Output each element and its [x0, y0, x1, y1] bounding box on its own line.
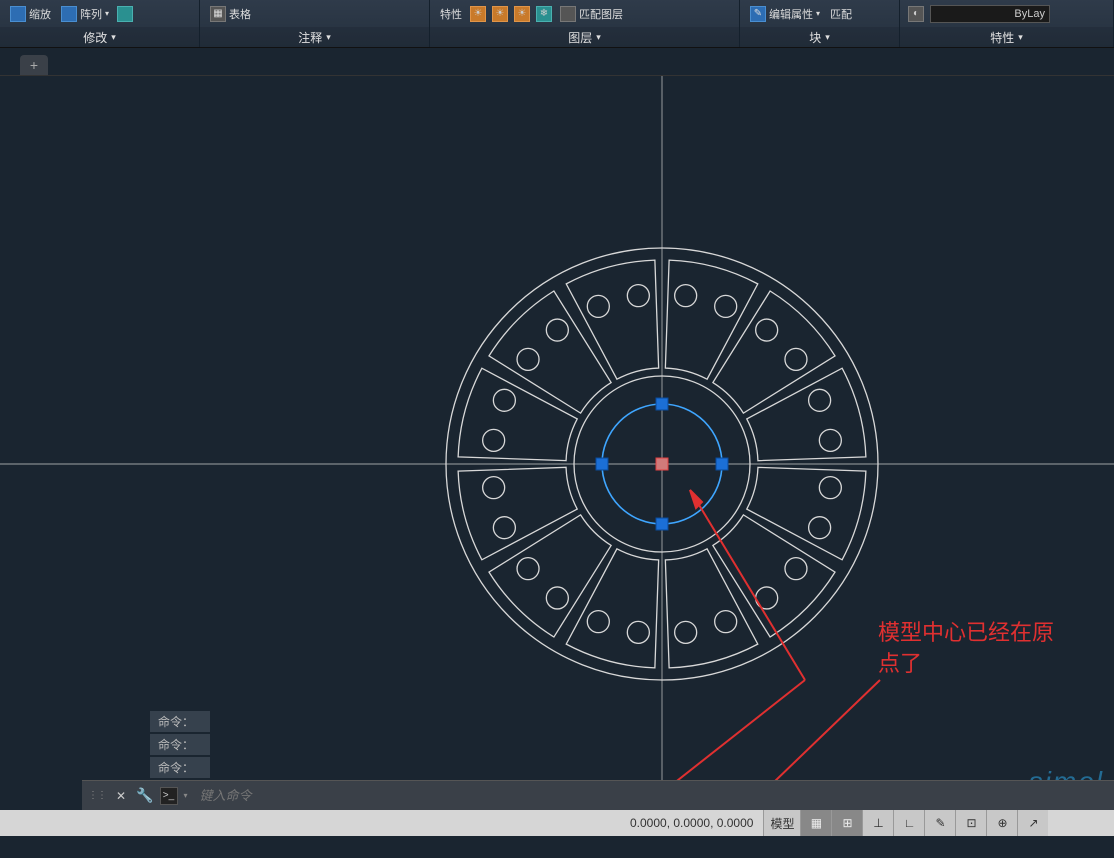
- grid-toggle[interactable]: ▦: [800, 810, 831, 836]
- status-toggle-8[interactable]: ↗: [1017, 810, 1048, 836]
- drawing-canvas[interactable]: 命令： 命令： 命令： 模型中心已经在原 点了 simol: [0, 76, 1114, 780]
- status-toggle-4[interactable]: ∟: [893, 810, 924, 836]
- command-history: 命令： 命令： 命令：: [150, 711, 210, 778]
- status-toggle-7[interactable]: ⊕: [986, 810, 1017, 836]
- table-button[interactable]: ▦表格: [208, 5, 253, 23]
- cmdbar-grip[interactable]: ⋮⋮: [88, 790, 106, 801]
- coordinates-readout[interactable]: 0.0000, 0.0000, 0.0000: [620, 816, 763, 830]
- command-bar: ⋮⋮ ✕ 🔧 >_▾: [82, 780, 1114, 810]
- cmdbar-settings-icon[interactable]: 🔧: [136, 787, 153, 804]
- ribbon-title-layer[interactable]: 图层▾: [430, 27, 739, 47]
- status-toggle-6[interactable]: ⊡: [955, 810, 986, 836]
- cmd-history-line: 命令：: [150, 711, 210, 732]
- cmd-prompt-icon: >_: [160, 787, 178, 805]
- edit-attr-button[interactable]: ✎编辑属性▾: [748, 5, 822, 23]
- prop-icon[interactable]: ◐: [908, 6, 924, 22]
- block-match-button[interactable]: 匹配: [828, 5, 854, 23]
- scale-icon: [10, 6, 26, 22]
- match-layer-icon: [560, 6, 576, 22]
- ribbon-group-annotate: ▦表格 注释▾: [200, 0, 430, 47]
- ribbon-title-modify[interactable]: 修改▾: [0, 27, 199, 47]
- layer-icon-2[interactable]: ☀: [492, 6, 508, 22]
- cmdbar-close[interactable]: ✕: [112, 789, 130, 803]
- annotation-text: 模型中心已经在原 点了: [878, 618, 1054, 680]
- edit-attr-icon: ✎: [750, 6, 766, 22]
- command-input[interactable]: [194, 788, 1108, 803]
- document-tabstrip: +: [0, 48, 1114, 76]
- scale-button[interactable]: 缩放: [8, 5, 53, 23]
- ribbon-title-properties[interactable]: 特性▾: [900, 27, 1113, 47]
- ribbon-group-properties: ◐ ByLay 特性▾: [900, 0, 1114, 47]
- add-tab-button[interactable]: +: [20, 55, 48, 75]
- model-space-button[interactable]: 模型: [763, 810, 800, 836]
- status-toggle-3[interactable]: ⊥: [862, 810, 893, 836]
- grid-icon: ▦: [807, 814, 825, 832]
- status-toggle-5[interactable]: ✎: [924, 810, 955, 836]
- ribbon-group-modify: 缩放 阵列▾ 修改▾: [0, 0, 200, 47]
- table-icon: ▦: [210, 6, 226, 22]
- array-icon: [61, 6, 77, 22]
- tool-icon-1[interactable]: [117, 6, 133, 22]
- status-bar: 0.0000, 0.0000, 0.0000 模型 ▦ ⊞ ⊥ ∟ ✎ ⊡ ⊕ …: [0, 810, 1114, 836]
- layer-icon-3[interactable]: ☀: [514, 6, 530, 22]
- ribbon-group-block: ✎编辑属性▾ 匹配 块▾: [740, 0, 900, 47]
- layer-props-button[interactable]: 特性: [438, 5, 464, 23]
- match-layer-button[interactable]: 匹配图层: [558, 5, 625, 23]
- layer-icon-1[interactable]: ☀: [470, 6, 486, 22]
- ribbon-title-annotate[interactable]: 注释▾: [200, 27, 429, 47]
- ribbon-group-layer: 特性 ☀ ☀ ☀ ❄ 匹配图层 图层▾: [430, 0, 740, 47]
- ribbon-title-block[interactable]: 块▾: [740, 27, 899, 47]
- ribbon: 缩放 阵列▾ 修改▾ ▦表格 注释▾ 特性 ☀ ☀ ☀ ❄ 匹配图层 图层▾ ✎…: [0, 0, 1114, 48]
- cmd-history-line: 命令：: [150, 734, 210, 755]
- snap-toggle[interactable]: ⊞: [831, 810, 862, 836]
- snap-icon: ⊞: [838, 814, 856, 832]
- layer-icon-4[interactable]: ❄: [536, 6, 552, 22]
- bylayer-dropdown[interactable]: ByLay: [930, 5, 1050, 23]
- watermark: simol: [1029, 766, 1104, 780]
- array-button[interactable]: 阵列▾: [59, 5, 111, 23]
- cmd-history-line: 命令：: [150, 757, 210, 778]
